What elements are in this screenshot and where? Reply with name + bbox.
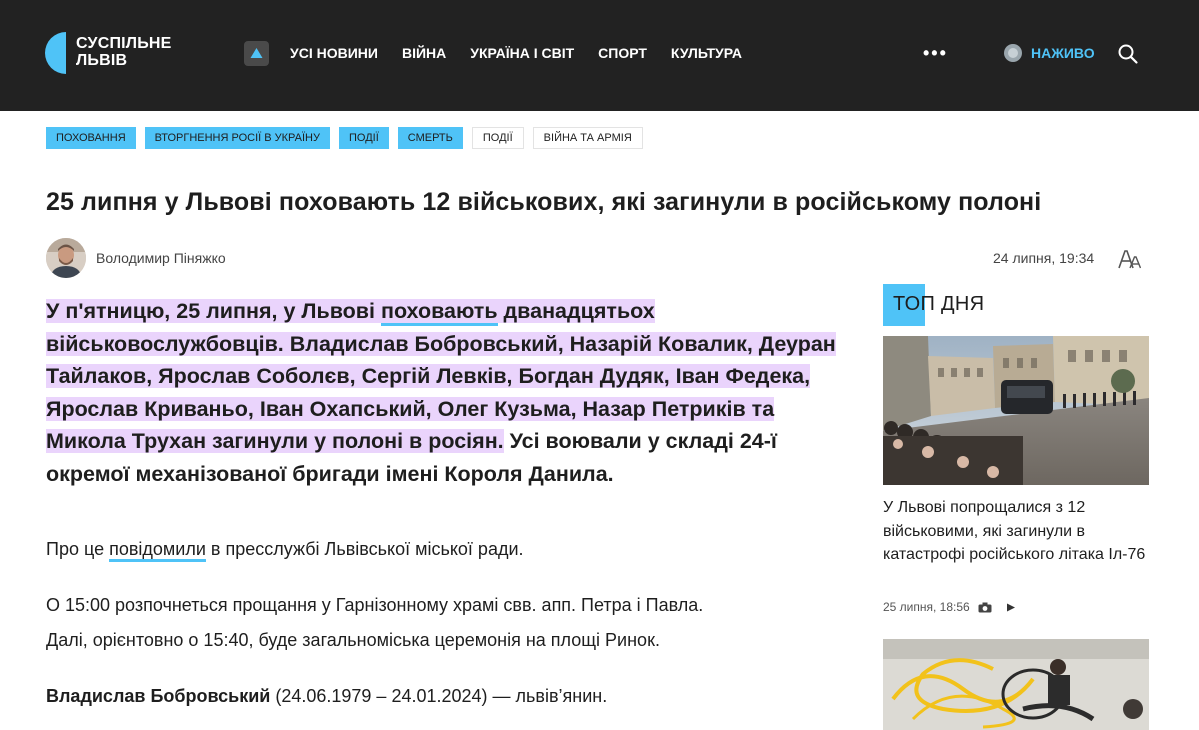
triangle-up-icon bbox=[250, 48, 263, 58]
p1-link[interactable]: повідомили bbox=[109, 539, 206, 562]
camera-icon bbox=[978, 602, 992, 612]
publish-date: 24 липня, 19:34 bbox=[993, 250, 1095, 266]
street-photo bbox=[883, 336, 1149, 485]
tag-events-2[interactable]: ПОДІЇ bbox=[471, 127, 524, 149]
article-lead: У п'ятницю, 25 липня, у Львові поховають… bbox=[46, 295, 836, 490]
paragraph-ceremony: Далі, орієнтовно о 15:40, буде загальном… bbox=[46, 630, 660, 650]
p1-before: Про це bbox=[46, 539, 110, 559]
font-size-icon[interactable] bbox=[1117, 247, 1141, 271]
bio-name: Владислав Бобровський bbox=[46, 686, 271, 706]
logo-line1: СУСПІЛЬНЕ bbox=[76, 35, 172, 52]
author-avatar[interactable] bbox=[46, 238, 86, 278]
tag-events[interactable]: ПОДІЇ bbox=[338, 127, 389, 149]
site-header: СУСПІЛЬНЕ ЛЬВІВ УСІ НОВИНИ ВІЙНА УКРАЇНА… bbox=[0, 0, 1199, 111]
art-photo bbox=[883, 639, 1149, 730]
live-dot-icon bbox=[1004, 44, 1022, 62]
author-name[interactable]: Володимир Піняжко bbox=[96, 250, 226, 266]
p1-after: в пресслужбі Львівської міської ради. bbox=[205, 539, 524, 559]
tag-invasion[interactable]: ВТОРГНЕННЯ РОСІЇ В УКРАЇНУ bbox=[144, 127, 330, 149]
card-date: 25 липня, 18:56 bbox=[883, 600, 970, 614]
card-meta: 25 липня, 18:56 bbox=[883, 600, 1018, 614]
play-icon bbox=[1006, 603, 1015, 611]
scroll-up-button[interactable] bbox=[244, 41, 269, 66]
top-day-label: ТОП ДНЯ bbox=[893, 293, 985, 315]
search-icon[interactable] bbox=[1117, 43, 1139, 65]
nav-all-news[interactable]: УСІ НОВИНИ bbox=[290, 45, 378, 61]
card2-image[interactable] bbox=[883, 639, 1149, 730]
paragraph-source: Про це повідомили в пресслужбі Львівсько… bbox=[46, 536, 836, 562]
tag-war-army[interactable]: ВІЙНА ТА АРМІЯ bbox=[532, 127, 643, 149]
avatar-image bbox=[46, 238, 86, 278]
paragraph-farewell: О 15:00 розпочнеться прощання у Гарнізон… bbox=[46, 595, 704, 615]
article-title: 25 липня у Львові поховають 12 військови… bbox=[46, 188, 1042, 216]
lead-part1: У п'ятницю, 25 липня, у Львові bbox=[46, 299, 381, 323]
nav-war[interactable]: ВІЙНА bbox=[402, 45, 446, 61]
logo-line2: ЛЬВІВ bbox=[76, 52, 128, 69]
logo[interactable]: СУСПІЛЬНЕ ЛЬВІВ bbox=[45, 32, 195, 74]
card-image[interactable] bbox=[883, 336, 1149, 485]
lead-link[interactable]: поховають bbox=[380, 299, 498, 326]
card-title[interactable]: У Львові попрощалися з 12 військовими, я… bbox=[883, 496, 1149, 567]
live-label: НАЖИВО bbox=[1031, 45, 1095, 61]
main-nav: УСІ НОВИНИ ВІЙНА УКРАЇНА І СВІТ СПОРТ КУ… bbox=[290, 45, 766, 61]
logo-icon bbox=[45, 32, 66, 74]
more-menu-icon[interactable]: ••• bbox=[923, 43, 948, 64]
nav-ukraine-world[interactable]: УКРАЇНА І СВІТ bbox=[470, 45, 574, 61]
live-button[interactable]: НАЖИВО bbox=[1004, 44, 1095, 62]
nav-culture[interactable]: КУЛЬТУРА bbox=[671, 45, 742, 61]
tag-burial[interactable]: ПОХОВАННЯ bbox=[46, 127, 136, 149]
tag-death[interactable]: СМЕРТЬ bbox=[397, 127, 463, 149]
paragraph-bio: Владислав Бобровський (24.06.1979 – 24.0… bbox=[46, 683, 836, 709]
nav-sport[interactable]: СПОРТ bbox=[598, 45, 647, 61]
bio-rest: (24.06.1979 – 24.01.2024) — львів’янин. bbox=[270, 686, 608, 706]
tag-list: ПОХОВАННЯ ВТОРГНЕННЯ РОСІЇ В УКРАЇНУ ПОД… bbox=[46, 127, 652, 149]
